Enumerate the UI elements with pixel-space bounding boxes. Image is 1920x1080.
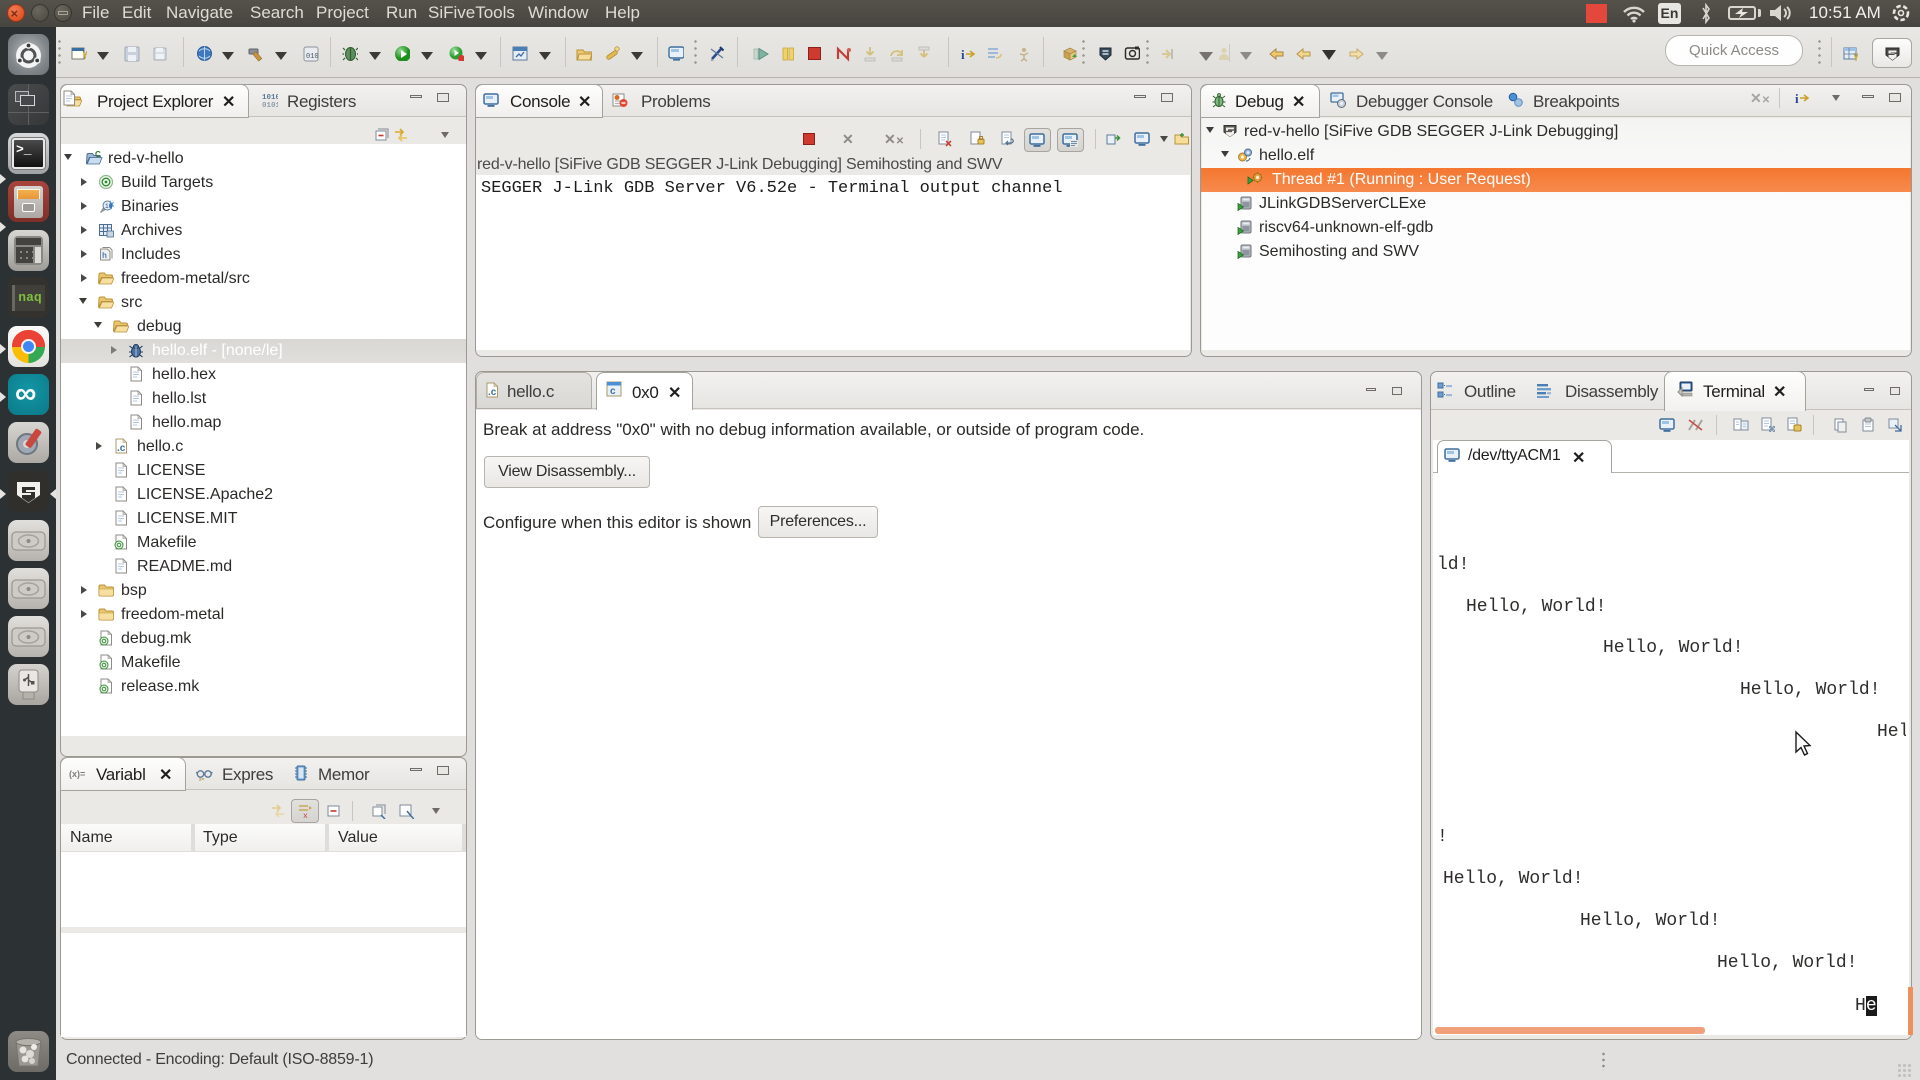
svg-text:i: i [961,47,965,62]
svg-text:⌘: ⌘ [1768,425,1776,433]
svg-text:x: x [303,812,308,819]
svg-text:010: 010 [306,53,319,61]
svg-text:i: i [1795,91,1799,106]
svg-text:c: c [610,386,616,397]
